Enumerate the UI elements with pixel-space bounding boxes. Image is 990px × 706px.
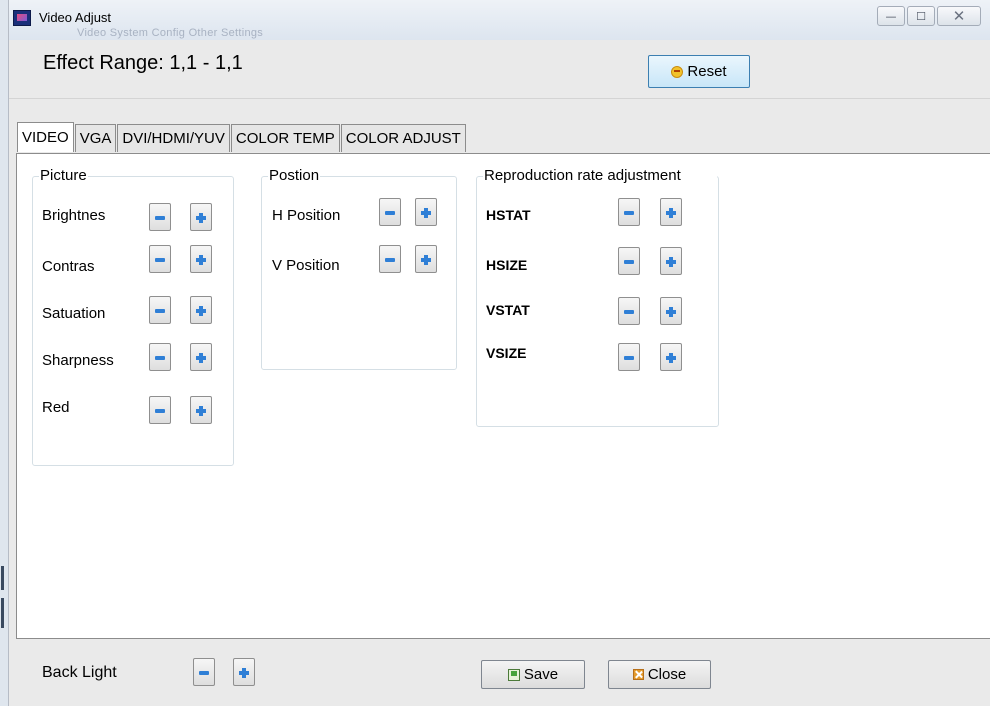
- saturation-minus-button[interactable]: [149, 296, 171, 324]
- desktop-mark: [1, 566, 4, 590]
- tab-color-temp[interactable]: COLOR TEMP: [230, 124, 340, 152]
- app-monitor-icon: [13, 10, 31, 26]
- tab-strip: VIDEO VGA DVI/HDMI/YUV COLOR TEMP COLOR …: [17, 122, 467, 152]
- tab-color-adjust[interactable]: COLOR ADJUST: [340, 124, 466, 152]
- tab-label: VIDEO: [22, 129, 69, 146]
- tab-vga[interactable]: VGA: [74, 124, 117, 152]
- hsize-label: HSIZE: [486, 257, 528, 273]
- tab-label: COLOR TEMP: [235, 130, 335, 147]
- tab-video[interactable]: VIDEO: [17, 122, 74, 152]
- effect-range-label: Effect Range: 1,1 - 1,1: [43, 52, 243, 74]
- back-light-plus-button[interactable]: [233, 658, 255, 686]
- hstat-plus-button[interactable]: [660, 198, 682, 226]
- contrast-label: Contras: [42, 258, 95, 275]
- saturation-plus-button[interactable]: [190, 296, 212, 324]
- vstat-minus-button[interactable]: [618, 297, 640, 325]
- contrast-minus-button[interactable]: [149, 245, 171, 273]
- minimize-icon: —: [885, 9, 897, 23]
- vstat-label: VSTAT: [486, 302, 530, 318]
- h-position-minus-button[interactable]: [379, 198, 401, 226]
- window-close-button[interactable]: ✕: [937, 6, 981, 26]
- brightness-minus-button[interactable]: [149, 203, 171, 231]
- vsize-minus-button[interactable]: [618, 343, 640, 371]
- v-position-label: V Position: [272, 257, 340, 274]
- video-tab-panel: Picture Brightnes Contras Satuation Shar…: [16, 153, 990, 639]
- group-title: Reproduction rate adjustment: [483, 167, 717, 184]
- hsize-plus-button[interactable]: [660, 247, 682, 275]
- reset-label: Reset: [687, 63, 727, 80]
- brightness-plus-button[interactable]: [190, 203, 212, 231]
- window-title: Video Adjust: [39, 10, 112, 25]
- minimize-button[interactable]: —: [877, 6, 905, 26]
- save-label: Save: [523, 666, 559, 683]
- close-x-icon: ✕: [952, 7, 966, 25]
- brightness-label: Brightnes: [42, 207, 106, 224]
- background-window-text: Video System Config Other Settings: [77, 27, 264, 39]
- tab-dvi-hdmi-yuv[interactable]: DVI/HDMI/YUV: [117, 124, 230, 152]
- desktop-mark: [1, 598, 4, 628]
- close-label: Close: [647, 666, 687, 683]
- sharpness-plus-button[interactable]: [190, 343, 212, 371]
- vsize-label: VSIZE: [486, 345, 527, 361]
- save-button[interactable]: Save: [481, 660, 585, 689]
- close-icon: [632, 669, 644, 680]
- back-light-label: Back Light: [42, 664, 117, 681]
- tab-label: DVI/HDMI/YUV: [122, 130, 225, 147]
- hsize-minus-button[interactable]: [618, 247, 640, 275]
- hstat-label: HSTAT: [486, 207, 531, 223]
- window-controls: — ☐ ✕: [877, 6, 981, 26]
- desktop-edge: [0, 0, 8, 706]
- h-position-label: H Position: [272, 207, 341, 224]
- video-adjust-window: Video Adjust Video System Config Other S…: [8, 0, 990, 706]
- back-light-minus-button[interactable]: [193, 658, 215, 686]
- v-position-plus-button[interactable]: [415, 245, 437, 273]
- vsize-plus-button[interactable]: [660, 343, 682, 371]
- save-icon: [507, 668, 520, 681]
- maximize-icon: ☐: [916, 9, 926, 23]
- reset-button[interactable]: Reset: [648, 55, 750, 88]
- v-position-minus-button[interactable]: [379, 245, 401, 273]
- saturation-label: Satuation: [42, 305, 106, 322]
- sharpness-minus-button[interactable]: [149, 343, 171, 371]
- hstat-minus-button[interactable]: [618, 198, 640, 226]
- red-plus-button[interactable]: [190, 396, 212, 424]
- group-title: Postion: [268, 167, 321, 184]
- maximize-button[interactable]: ☐: [907, 6, 935, 26]
- contrast-plus-button[interactable]: [190, 245, 212, 273]
- smiley-icon: [671, 65, 684, 78]
- title-bar[interactable]: Video Adjust Video System Config Other S…: [9, 0, 990, 40]
- close-button[interactable]: Close: [608, 660, 711, 689]
- h-position-plus-button[interactable]: [415, 198, 437, 226]
- tab-label: VGA: [79, 130, 112, 147]
- sharpness-label: Sharpness: [42, 352, 114, 369]
- vstat-plus-button[interactable]: [660, 297, 682, 325]
- red-label: Red: [42, 399, 70, 416]
- tab-label: COLOR ADJUST: [345, 130, 461, 147]
- red-minus-button[interactable]: [149, 396, 171, 424]
- group-title: Picture: [39, 167, 88, 184]
- header-divider: [9, 98, 990, 99]
